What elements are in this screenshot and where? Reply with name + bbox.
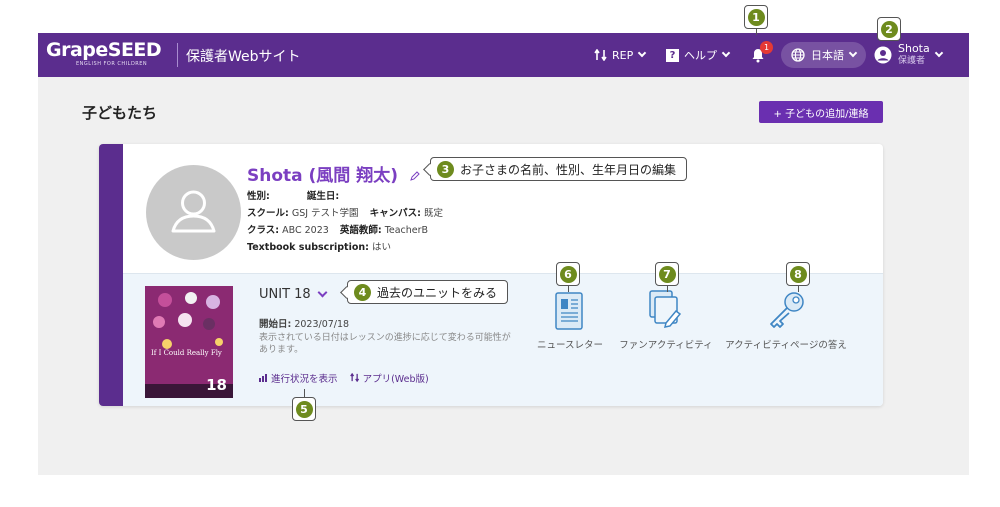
rep-icon [594,49,607,61]
bar-chart-icon [259,374,267,382]
grapeseed-logo[interactable]: GrapeSEED ENGLISH FOR CHILDREN [46,39,162,71]
annotation-marker-1: 1 [744,5,768,29]
person-icon [171,190,216,233]
unit-book-cover[interactable]: If I Could Really Fly 18 [145,286,233,398]
rep-icon [349,372,359,383]
date-note: 表示されている日付はレッスンの進捗に応じて変わる可能性があります。 [259,333,511,355]
notifications-button[interactable]: 1 [750,33,773,77]
annotation-stem [798,286,799,292]
book-title: If I Could Really Fly [151,349,222,357]
language-label: 日本語 [811,49,844,62]
subscription-row: Textbook subscription: はい [247,242,391,253]
start-date: 開始日: 2023/07/18 [259,319,350,330]
annotation-stem [667,286,668,292]
page-root: GrapeSEED ENGLISH FOR CHILDREN 保護者Webサイト… [0,0,1000,507]
child-card: Shota (風間 翔太) 性別: 誕生日: スクール: GSJ テスト学園 キ… [99,144,883,406]
add-child-button[interactable]: + 子どもの追加/連絡 [759,101,883,123]
language-selector[interactable]: 日本語 [781,33,866,77]
help-icon: ? [666,48,679,62]
key-icon [770,292,804,328]
bell-icon: 1 [750,41,773,63]
rep-label: REP [612,48,634,62]
help-label: ヘルプ [684,49,717,62]
annotation-callout-3: 3 お子さまの名前、性別、生年月日の編集 [423,157,688,181]
edit-pencil-icon[interactable] [410,171,420,181]
fan-activity-icon [649,290,682,328]
rep-menu[interactable]: REP [594,33,647,77]
notification-badge: 1 [760,41,773,54]
child-name[interactable]: Shota (風間 翔太) [247,161,420,186]
chevron-down-icon [317,287,328,298]
card-accent-stripe [99,144,123,406]
chevron-down-icon [637,48,647,58]
annotation-marker-7: 7 [655,262,679,286]
newsletter-tool[interactable]: ニュースレター [515,289,625,352]
chevron-down-icon [848,48,858,58]
site-title: 保護者Webサイト [186,49,301,65]
annotation-marker-5: 5 [292,397,316,421]
annotation-marker-8: 8 [786,262,810,286]
annotation-marker-6: 6 [556,262,580,286]
help-menu[interactable]: ? ヘルプ [666,33,731,77]
progress-link[interactable]: 進行状況を表示 [259,371,338,385]
newsletter-icon [555,292,583,330]
school-row: スクール: GSJ テスト学園 キャンパス: 既定 [247,208,443,219]
annotation-stem [568,286,569,292]
annotation-callout-4: 4 過去のユニットをみる [340,280,509,304]
annotation-stem [756,29,757,35]
class-row: クラス: ABC 2023 英語教師: TeacherB [247,225,429,236]
user-avatar-icon [874,46,892,64]
annotation-stem [304,389,305,397]
logo-divider [177,43,178,67]
annotation-marker-2: 2 [877,17,901,41]
top-nav-bar: GrapeSEED ENGLISH FOR CHILDREN 保護者Webサイト… [38,33,969,77]
child-avatar [146,165,241,260]
chevron-down-icon [934,48,943,58]
gender-birthday-row: 性別: 誕生日: [247,191,340,202]
fan-activity-tool[interactable]: ファンアクティビティ [611,289,721,352]
chevron-down-icon [721,48,731,58]
unit-links: 進行状況を表示 アプリ(Web版) [259,371,429,385]
unit-selector[interactable]: UNIT 18 [259,287,328,302]
user-name: Shota [898,42,930,55]
globe-icon [791,48,805,62]
page-title: 子どもたち [82,104,158,122]
app-link[interactable]: アプリ(Web版) [349,371,429,385]
user-role: 保護者 [898,56,926,66]
answers-tool[interactable]: アクティビティページの答え [721,289,851,352]
book-number: 18 [206,376,227,394]
